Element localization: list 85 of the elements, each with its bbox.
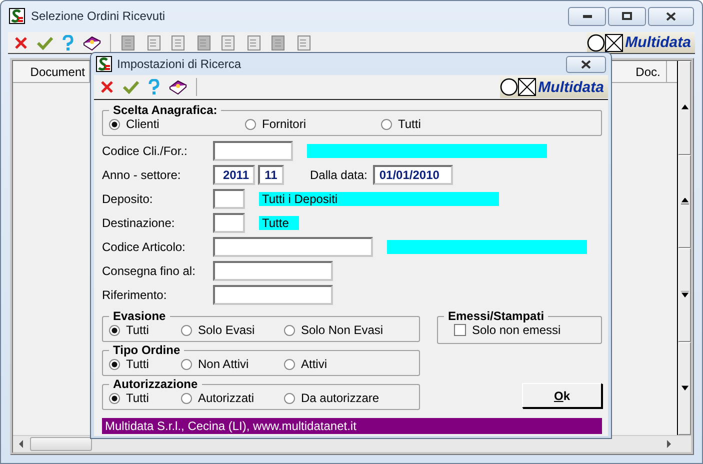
minimize-icon — [582, 14, 592, 18]
input-field[interactable]: 11 — [258, 165, 284, 185]
radio-circle[interactable] — [381, 118, 392, 130]
radio-circle[interactable] — [245, 118, 256, 130]
scroll-arrow-icon[interactable] — [680, 198, 688, 205]
scroll-arrow-icon[interactable] — [680, 291, 688, 298]
help-icon[interactable] — [148, 79, 160, 95]
help-icon[interactable] — [62, 34, 74, 50]
confirm-check-icon[interactable] — [37, 36, 53, 50]
radio-option[interactable]: Fornitori — [245, 116, 381, 132]
brand-name: Multidata — [625, 34, 691, 51]
radio-option[interactable]: Tutti — [381, 116, 601, 132]
radio-option[interactable]: Clienti — [109, 116, 245, 132]
maximize-button[interactable] — [608, 6, 646, 26]
checkbox[interactable] — [454, 324, 466, 336]
maximize-icon — [622, 12, 632, 20]
footer-bar: Multidata S.r.l., Cecina (LI), www.multidatanet.it — [102, 418, 602, 434]
radio-circle[interactable] — [109, 358, 120, 370]
group-title: Tipo Ordine — [112, 344, 182, 356]
dialog-title: Impostazioni di Ricerca — [117, 57, 242, 71]
app-logo-icon — [9, 8, 25, 24]
group-title: Scelta Anagrafica: — [112, 104, 218, 116]
app-logo-icon — [96, 56, 112, 72]
radio-circle[interactable] — [284, 392, 295, 404]
brand-name: Multidata — [538, 78, 604, 96]
radio-circle[interactable] — [181, 324, 192, 336]
radio-option[interactable]: Tutti — [109, 322, 181, 338]
input-field[interactable]: 01/01/2010 — [373, 165, 454, 185]
field-label: Destinazione: — [102, 216, 176, 230]
group-title: Autorizzazione — [112, 378, 199, 390]
column-header[interactable]: Doc. — [630, 61, 667, 82]
radio-circle[interactable] — [284, 358, 295, 370]
radio-option[interactable]: Da autorizzare — [284, 390, 419, 406]
radio-option[interactable]: Tutti — [109, 356, 181, 372]
scroll-arrow-icon[interactable] — [680, 384, 688, 392]
confirm-check-icon[interactable] — [123, 80, 139, 94]
radio-circle[interactable] — [109, 324, 120, 336]
field-label: Riferimento: — [102, 288, 168, 302]
close-button[interactable] — [648, 6, 694, 26]
close-button[interactable] — [566, 56, 606, 72]
input-field[interactable] — [213, 189, 245, 209]
ok-button[interactable]: Ok — [522, 383, 602, 408]
input-field[interactable] — [213, 285, 333, 305]
circle-icon — [587, 34, 606, 52]
radio-option[interactable]: Autorizzati — [181, 390, 284, 406]
radio-option[interactable]: Solo Non Evasi — [284, 322, 419, 338]
radio-circle[interactable] — [109, 392, 120, 404]
radio-option[interactable]: Non Attivi — [181, 356, 284, 372]
radio-circle[interactable] — [284, 324, 295, 336]
group-title: Evasione — [112, 310, 167, 322]
close-icon — [666, 12, 676, 20]
minimize-button[interactable] — [568, 6, 606, 26]
scroll-arrow-icon[interactable] — [680, 104, 688, 112]
cancel-icon[interactable] — [14, 36, 28, 50]
checkbox-option[interactable]: Solo non emessi — [444, 322, 601, 340]
scroll-left-icon[interactable] — [18, 440, 24, 448]
crossed-box-icon — [605, 34, 624, 52]
input-field[interactable] — [213, 237, 373, 257]
close-icon — [581, 60, 591, 68]
radio-option[interactable]: Attivi — [284, 356, 419, 372]
field-label: Deposito: — [102, 192, 154, 206]
radio-option[interactable]: Tutti — [109, 390, 181, 406]
lookup-description: Tutte — [259, 216, 299, 230]
circle-icon — [500, 78, 518, 96]
input-field[interactable] — [213, 213, 245, 233]
lookup-description: Tutti i Depositi — [259, 192, 499, 206]
field-label: Anno - settore: — [102, 168, 182, 182]
crossed-box-icon — [518, 78, 536, 96]
vertical-scrollbar[interactable] — [677, 61, 691, 435]
field-label: Codice Articolo: — [102, 240, 186, 254]
input-field[interactable] — [213, 141, 293, 161]
cancel-icon[interactable] — [100, 80, 114, 94]
window-title: Selezione Ordini Ricevuti — [31, 9, 166, 23]
field-label: Codice Cli./For.: — [102, 144, 188, 158]
scroll-right-icon[interactable] — [666, 440, 672, 448]
radio-circle[interactable] — [181, 358, 192, 370]
radio-circle[interactable] — [109, 118, 120, 130]
input-field[interactable]: 2011 — [213, 165, 255, 185]
radio-circle[interactable] — [181, 392, 192, 404]
scroll-thumb[interactable] — [30, 437, 92, 451]
field-label: Consegna fino al: — [102, 264, 196, 278]
group-title: Emessi/Stampati — [447, 310, 546, 322]
input-field[interactable] — [213, 261, 333, 281]
field-label: Dalla data: — [310, 168, 368, 182]
radio-option[interactable]: Solo Evasi — [181, 322, 284, 338]
